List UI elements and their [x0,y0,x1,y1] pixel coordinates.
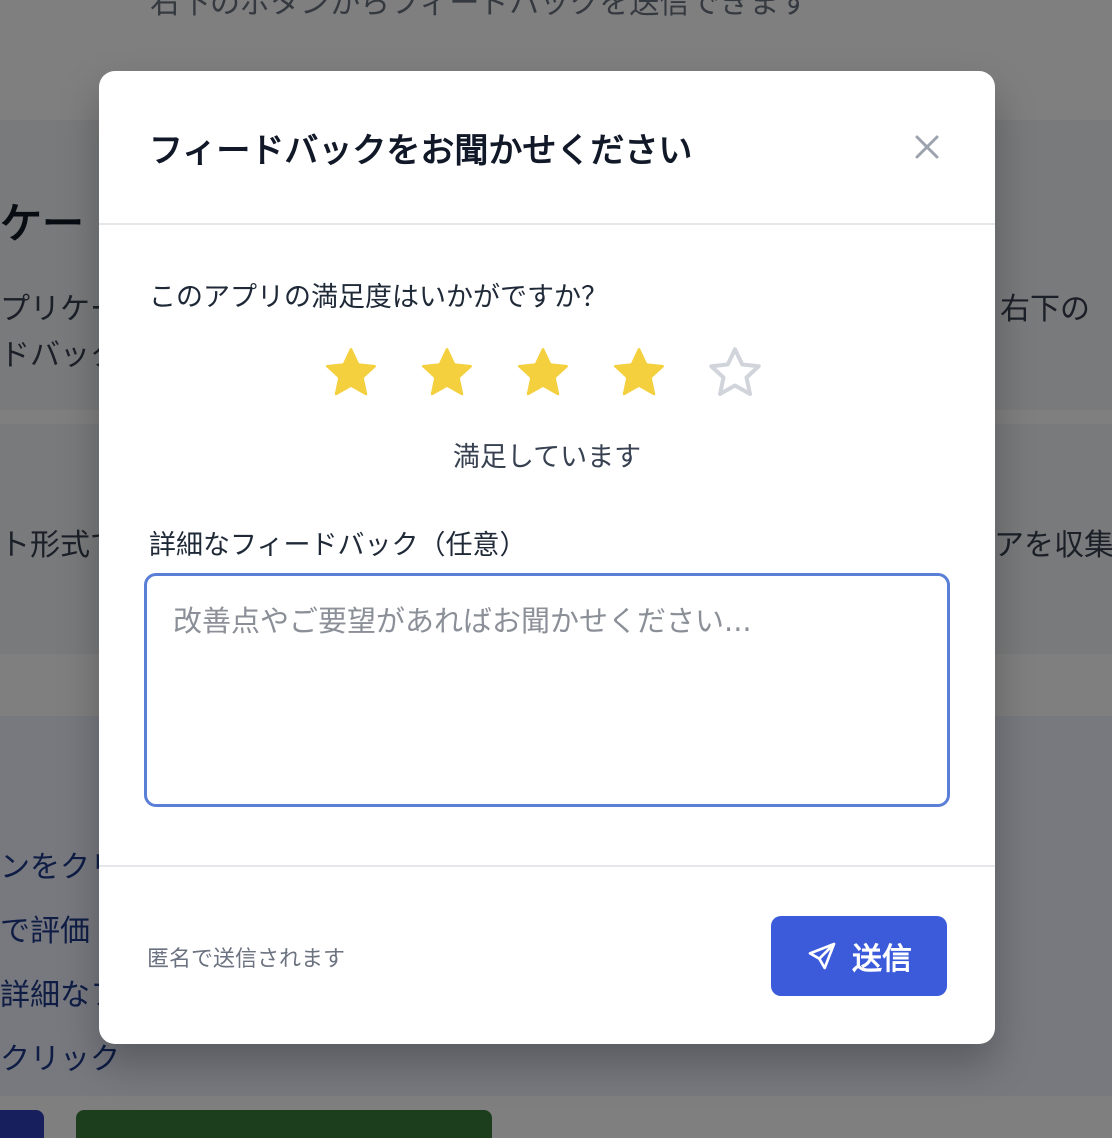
star-filled-icon[interactable] [609,343,669,403]
close-icon [915,135,939,159]
rating-question: このアプリの満足度はいかがですか？ [149,282,608,313]
feedback-modal: フィードバックをお聞かせください このアプリの満足度はいかがですか？ 満足してい… [99,71,995,1044]
close-button[interactable] [907,127,947,167]
footer-divider [99,865,995,867]
star-filled-icon[interactable] [513,343,573,403]
modal-title: フィードバックをお聞かせください [149,131,693,171]
star-filled-icon[interactable] [417,343,477,403]
star-filled-icon[interactable] [321,343,381,403]
modal-header: フィードバックをお聞かせください [99,71,995,225]
rating-label: 満足しています [452,442,642,473]
star-rating [321,343,765,403]
submit-button[interactable]: 送信 [771,916,947,996]
submit-label: 送信 [852,942,912,977]
feedback-textarea[interactable] [144,573,950,807]
anonymous-note: 匿名で送信されます [147,947,346,972]
send-icon [808,942,836,970]
detail-feedback-label: 詳細なフィードバック（任意） [149,530,527,561]
star-empty-icon[interactable] [705,343,765,403]
